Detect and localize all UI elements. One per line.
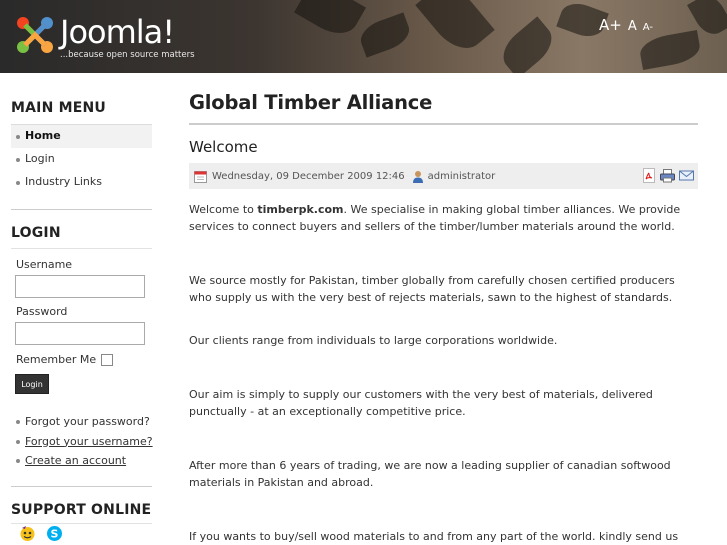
forgot-username-link-text[interactable]: Forgot your username?: [25, 435, 153, 448]
joomla-logo-icon: [17, 17, 53, 53]
pdf-icon[interactable]: [642, 168, 656, 183]
header-leaf-decoration: [356, 12, 414, 58]
header-leaf-decoration: [415, 0, 495, 59]
password-label: Password: [16, 305, 68, 318]
main-menu-heading: MAIN MENU: [11, 100, 106, 116]
article-paragraph: After more than 6 years of trading, we a…: [189, 459, 671, 489]
username-input[interactable]: [15, 275, 145, 298]
forgot-username-link[interactable]: Forgot your username?: [11, 432, 153, 452]
article-paragraph: If you wants to buy/sell wood materials …: [189, 530, 679, 543]
font-increase-button[interactable]: A+: [599, 16, 622, 34]
create-account-link-text[interactable]: Create an account: [25, 454, 126, 467]
header-leaf-decoration: [637, 30, 703, 70]
sidebar-divider: [11, 209, 152, 210]
header-leaf-decoration: [495, 16, 560, 73]
article-date: Wednesday, 09 December 2009 12:46: [212, 170, 405, 182]
logo-tagline: ...because open source matters: [60, 50, 195, 60]
article-meta-bar: Wednesday, 09 December 2009 12:46 admini…: [189, 163, 698, 189]
print-icon[interactable]: [660, 168, 675, 183]
main-menu: Home Login Industry Links: [11, 124, 152, 194]
article-actions: [642, 168, 694, 183]
sidebar-divider: [11, 248, 152, 249]
article-paragraph: We source mostly for Pakistan, timber gl…: [189, 274, 675, 304]
remember-me-row: Remember Me: [16, 353, 114, 366]
user-icon: [412, 170, 423, 183]
forgot-password-link[interactable]: Forgot your password?: [11, 412, 153, 432]
remember-me-checkbox[interactable]: [101, 353, 114, 366]
menu-item-home[interactable]: Home: [11, 125, 152, 148]
username-label: Username: [16, 258, 73, 271]
font-reset-button[interactable]: A: [628, 19, 637, 34]
menu-item-login[interactable]: Login: [11, 148, 152, 171]
support-online-heading: SUPPORT ONLINE: [11, 502, 152, 518]
remember-me-label: Remember Me: [16, 353, 97, 366]
page-title: Global Timber Alliance: [189, 91, 433, 114]
skype-icon[interactable]: S: [46, 525, 63, 542]
paragraph-text: Welcome to: [189, 203, 258, 216]
header-leaf-decoration: [294, 0, 366, 43]
sidebar-divider: [11, 523, 152, 524]
article-title[interactable]: Welcome: [189, 138, 258, 156]
site-name-text: timberpk.com: [257, 203, 344, 216]
font-size-controls: A+ A A-: [599, 16, 653, 34]
support-icons: S: [19, 525, 63, 542]
article-paragraph: Welcome to timberpk.com. We specialise i…: [189, 202, 698, 235]
forgot-password-link-text[interactable]: Forgot your password?: [25, 415, 150, 428]
article-paragraph: Our clients range from individuals to la…: [189, 334, 558, 347]
sidebar-divider: [11, 486, 152, 487]
login-button[interactable]: Login: [15, 374, 49, 394]
create-account-link[interactable]: Create an account: [11, 451, 153, 471]
article-author: administrator: [427, 170, 496, 182]
site-logo[interactable]: Joomla! ...because open source matters: [14, 12, 214, 64]
calendar-icon: [194, 170, 207, 183]
logo-wordmark: Joomla!: [60, 13, 175, 51]
font-decrease-button[interactable]: A-: [643, 22, 653, 33]
login-links: Forgot your password? Forgot your userna…: [11, 412, 153, 471]
password-input[interactable]: [15, 322, 145, 345]
login-heading: LOGIN: [11, 225, 61, 241]
menu-item-industry-links[interactable]: Industry Links: [11, 171, 152, 194]
title-divider: [189, 123, 698, 125]
article-paragraph: Our aim is simply to supply our customer…: [189, 388, 653, 418]
site-header: Joomla! ...because open source matters A…: [0, 0, 727, 73]
svg-text:S: S: [51, 528, 59, 541]
yahoo-messenger-icon[interactable]: [19, 525, 36, 542]
email-icon[interactable]: [679, 168, 694, 183]
